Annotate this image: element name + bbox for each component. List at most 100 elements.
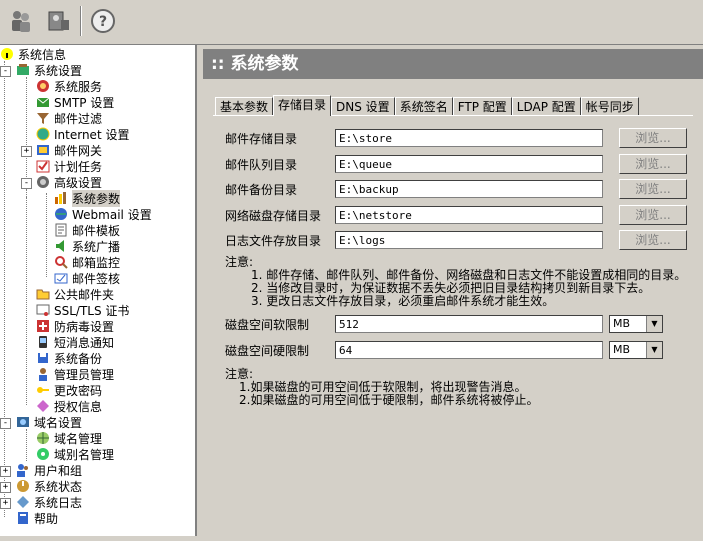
tree-item-domain-manage[interactable]: 域名管理 xyxy=(36,430,102,446)
mail-queue-dir-input[interactable] xyxy=(335,155,603,173)
approve-icon xyxy=(54,273,68,284)
browse-button[interactable]: 浏览... xyxy=(619,128,687,148)
domain-manage-icon xyxy=(37,432,49,444)
users-icon[interactable] xyxy=(6,6,36,36)
browse-button[interactable]: 浏览... xyxy=(619,205,687,225)
tree-item-system-settings[interactable]: 系统设置 xyxy=(16,62,82,78)
tree-item-smtp[interactable]: SMTP 设置 xyxy=(36,94,114,110)
broadcast-icon xyxy=(56,240,64,252)
disk-soft-row: 磁盘空间软限制 MB▼ xyxy=(225,314,663,334)
tab-account-sync[interactable]: 帐号同步 xyxy=(580,97,639,116)
tab-dns[interactable]: DNS 设置 xyxy=(331,97,395,116)
tree-item-schedule[interactable]: 计划任务 xyxy=(36,158,102,174)
note-item: 3. 更改日志文件存放目录，必须重启邮件系统才能生效。 xyxy=(251,294,555,308)
tree-item-system-status[interactable]: 系统状态 xyxy=(16,478,82,494)
tree-item-sms[interactable]: 短消息通知 xyxy=(36,334,114,350)
tree-item-admin[interactable]: 管理员管理 xyxy=(36,366,114,382)
tree-item-domain-settings[interactable]: 域名设置 xyxy=(16,414,82,430)
tree-item-antivirus[interactable]: 防病毒设置 xyxy=(36,318,114,334)
status-icon xyxy=(17,480,29,492)
tab-ldap[interactable]: LDAP 配置 xyxy=(511,97,581,116)
tree-item-system-params[interactable]: 系统参数 xyxy=(54,189,121,207)
tab-bar: 基本参数 存储目录 DNS 设置 系统签名 FTP 配置 LDAP 配置 帐号同… xyxy=(215,95,639,116)
note-block-2: 注意: 1.如果磁盘的可用空间低于软限制，将出现警告消息。 2.如果磁盘的可用空… xyxy=(225,368,538,407)
smtp-icon xyxy=(36,97,50,107)
monitor-icon xyxy=(55,256,68,269)
tree-item-broadcast[interactable]: 系统广播 xyxy=(54,238,120,254)
users-groups-icon xyxy=(17,464,28,477)
dropdown-arrow-icon: ▼ xyxy=(646,342,662,358)
service-icon xyxy=(37,80,49,92)
tab-storage-dirs[interactable]: 存储目录 xyxy=(273,95,332,116)
tree-item-mail-template[interactable]: 邮件模板 xyxy=(54,222,120,238)
dir-row: 邮件队列目录 xyxy=(225,154,603,174)
sms-icon xyxy=(39,336,47,348)
backup-icon xyxy=(38,353,48,363)
main-panel: :: 系统参数 基本参数 存储目录 DNS 设置 系统签名 FTP 配置 LDA… xyxy=(199,45,703,536)
tree-item-mail-approve[interactable]: 邮件签核 xyxy=(54,270,120,286)
dir-row: 邮件备份目录 xyxy=(225,179,603,199)
dir-row: 网络磁盘存储目录 xyxy=(225,205,603,225)
template-icon xyxy=(55,223,67,237)
browse-button[interactable]: 浏览... xyxy=(619,154,687,174)
antivirus-icon xyxy=(37,320,49,332)
tree-item-advanced[interactable]: 高级设置 xyxy=(36,174,102,190)
disk-hard-unit-select[interactable]: MB ▼ xyxy=(609,341,663,359)
navigation-tree: 系统信息 - 系统设置 系统服务 SMTP 设置 邮件过滤 Internet 设… xyxy=(0,45,197,536)
tree-item-system-service[interactable]: 系统服务 xyxy=(36,78,102,94)
mail-backup-dir-input[interactable] xyxy=(335,180,603,198)
internet-icon xyxy=(36,127,50,141)
gateway-icon xyxy=(37,145,49,155)
dir-label: 邮件队列目录 xyxy=(225,157,298,172)
disk-soft-input[interactable] xyxy=(335,315,603,333)
advanced-icon xyxy=(37,176,49,188)
dir-label: 邮件备份目录 xyxy=(225,182,298,197)
browse-button[interactable]: 浏览... xyxy=(619,179,687,199)
tab-ftp[interactable]: FTP 配置 xyxy=(452,97,512,116)
tree-item-backup[interactable]: 系统备份 xyxy=(36,350,102,366)
dir-label: 日志文件存放目录 xyxy=(225,233,322,248)
user-add-icon[interactable] xyxy=(44,6,74,36)
tab-basic-params[interactable]: 基本参数 xyxy=(215,97,274,116)
license-icon xyxy=(37,400,49,412)
folder-icon xyxy=(36,289,50,300)
tree-item-public-folder[interactable]: 公共邮件夹 xyxy=(36,286,114,302)
tree-item-mail-filter[interactable]: 邮件过滤 xyxy=(36,110,102,126)
tree-item-domain-alias[interactable]: 域别名管理 xyxy=(36,446,114,462)
tree-item-users-groups[interactable]: 用户和组 xyxy=(16,462,82,478)
storage-panel: 邮件存储目录 浏览... 邮件队列目录 浏览... 邮件备份目录 浏览... 网… xyxy=(213,115,693,541)
domain-icon xyxy=(17,417,29,427)
help-icon[interactable]: ? xyxy=(88,6,118,36)
mail-store-dir-input[interactable] xyxy=(335,129,603,147)
help-book-icon xyxy=(18,512,28,524)
tree-item-webmail[interactable]: Webmail 设置 xyxy=(54,206,152,222)
log-dir-input[interactable] xyxy=(335,231,603,249)
disk-hard-row: 磁盘空间硬限制 MB▼ xyxy=(225,340,663,360)
schedule-icon xyxy=(36,160,50,173)
params-icon xyxy=(55,192,66,204)
tree-item-system-info[interactable]: 系统信息 xyxy=(0,46,66,62)
webmail-icon xyxy=(55,208,67,220)
tree-item-license[interactable]: 授权信息 xyxy=(36,398,102,414)
tree-item-mailbox-monitor[interactable]: 邮箱监控 xyxy=(54,254,120,270)
tree-item-change-password[interactable]: 更改密码 xyxy=(36,382,102,398)
toolbar: ? xyxy=(0,0,703,45)
svg-text:?: ? xyxy=(99,14,107,30)
browse-button[interactable]: 浏览... xyxy=(619,230,687,250)
dir-row: 邮件存储目录 xyxy=(225,128,603,148)
disk-soft-label: 磁盘空间软限制 xyxy=(225,317,310,332)
tree-item-internet[interactable]: Internet 设置 xyxy=(36,126,129,142)
tree-item-ssl-cert[interactable]: SSL/TLS 证书 xyxy=(36,302,129,318)
tree-item-help[interactable]: 帮助 xyxy=(16,510,58,526)
disk-hard-input[interactable] xyxy=(335,341,603,359)
tab-signature[interactable]: 系统签名 xyxy=(394,97,453,116)
admin-icon xyxy=(39,368,47,381)
disk-soft-unit-select[interactable]: MB ▼ xyxy=(609,315,663,333)
filter-icon xyxy=(37,113,49,124)
dir-label: 邮件存储目录 xyxy=(225,131,298,146)
log-icon xyxy=(17,496,29,508)
tree-item-mail-gateway[interactable]: 邮件网关 xyxy=(36,142,102,158)
tree-item-system-log[interactable]: 系统日志 xyxy=(16,494,82,510)
netstore-dir-input[interactable] xyxy=(335,206,603,224)
disk-hard-label: 磁盘空间硬限制 xyxy=(225,343,310,358)
